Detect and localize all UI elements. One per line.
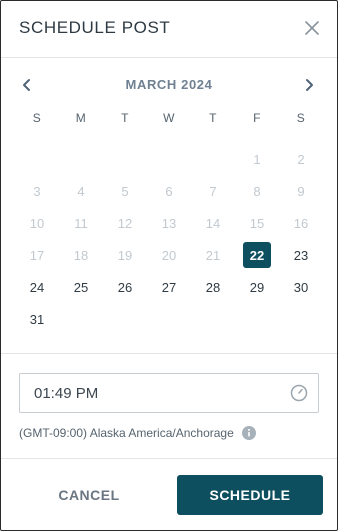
calendar-day: 20: [147, 239, 191, 271]
weekday-header: SMTWTFS: [15, 111, 323, 129]
calendar-day-number: 2: [297, 151, 305, 167]
calendar-day[interactable]: 24: [15, 271, 59, 303]
calendar-day-number: 16: [293, 215, 309, 231]
chevron-right-icon[interactable]: [301, 77, 317, 93]
calendar-day: 15: [235, 207, 279, 239]
calendar-day-number: 25: [73, 279, 89, 295]
calendar-day-number: 29: [249, 279, 265, 295]
calendar-navigation: MARCH 2024: [1, 75, 337, 97]
calendar-day[interactable]: 23: [279, 239, 323, 271]
calendar-day: 18: [59, 239, 103, 271]
calendar-day-number: 17: [29, 247, 45, 263]
calendar-day[interactable]: 30: [279, 271, 323, 303]
calendar-day-number: 10: [29, 215, 45, 231]
calendar-day: 4: [59, 175, 103, 207]
calendar-day: 2: [279, 143, 323, 175]
calendar-blank-cell: [147, 143, 191, 175]
timezone-row: (GMT-09:00) Alaska America/Anchorage: [19, 425, 256, 441]
calendar-day-number: 19: [117, 247, 133, 263]
calendar-day-number: 1: [253, 151, 261, 167]
calendar-day: 11: [59, 207, 103, 239]
calendar-blank-cell: [59, 143, 103, 175]
clock-icon[interactable]: [290, 384, 308, 402]
calendar-day[interactable]: 26: [103, 271, 147, 303]
calendar-day: 6: [147, 175, 191, 207]
calendar-day-number: 15: [249, 215, 265, 231]
calendar-blank-cell: [191, 143, 235, 175]
calendar-day: 13: [147, 207, 191, 239]
calendar-day-number: 14: [205, 215, 221, 231]
month-label: MARCH 2024: [125, 77, 213, 92]
calendar-day-number: 5: [121, 183, 129, 199]
weekday-label: T: [121, 111, 129, 125]
calendar-day: 3: [15, 175, 59, 207]
calendar-day: 21: [191, 239, 235, 271]
calendar-day-number: 26: [117, 279, 133, 295]
calendar-day[interactable]: 28: [191, 271, 235, 303]
calendar-day-selected[interactable]: 22: [235, 239, 279, 271]
calendar-day-number: 27: [161, 279, 177, 295]
calendar-day-number: 28: [205, 279, 221, 295]
calendar-day-number: 4: [77, 183, 85, 199]
time-input[interactable]: [20, 374, 294, 412]
weekday-label: S: [32, 111, 42, 125]
calendar-day: 9: [279, 175, 323, 207]
calendar-day[interactable]: 25: [59, 271, 103, 303]
calendar-day-number: 3: [33, 183, 41, 199]
calendar-blank-cell: [103, 143, 147, 175]
calendar-day[interactable]: 31: [15, 303, 59, 335]
calendar-day: 1: [235, 143, 279, 175]
calendar-day-number: 23: [293, 247, 309, 263]
dialog-header: SCHEDULE POST: [1, 1, 337, 58]
weekday-label: T: [209, 111, 217, 125]
calendar-day-number: 30: [293, 279, 309, 295]
calendar-day-number: 21: [205, 247, 221, 263]
calendar-day-number: 20: [161, 247, 177, 263]
cancel-button[interactable]: CANCEL: [19, 475, 159, 515]
dialog-title: SCHEDULE POST: [19, 18, 171, 37]
calendar-day-number: 31: [29, 311, 45, 327]
calendar-day-number: 18: [73, 247, 89, 263]
calendar-day: 10: [15, 207, 59, 239]
time-field[interactable]: [19, 373, 319, 413]
weekday-label: F: [253, 111, 261, 125]
calendar-blank-cell: [15, 143, 59, 175]
calendar-day-number: 6: [165, 183, 173, 199]
timezone-label: (GMT-09:00) Alaska America/Anchorage: [19, 426, 234, 440]
calendar-day: 8: [235, 175, 279, 207]
divider: [1, 458, 337, 459]
calendar-day-number: 12: [117, 215, 133, 231]
calendar-day-number: 9: [297, 183, 305, 199]
calendar-day-grid: 1 2 3 4 5 6 7 8 9 10 11 12 13 14 15 16 17 18 19 20 21 22 23 24 2…: [15, 143, 323, 335]
weekday-label: W: [163, 111, 175, 125]
schedule-button[interactable]: SCHEDULE: [177, 475, 323, 515]
close-icon[interactable]: [303, 19, 321, 37]
calendar-day-number: 8: [253, 183, 261, 199]
calendar-day[interactable]: 27: [147, 271, 191, 303]
calendar-day-number: 24: [29, 279, 45, 295]
weekday-label: S: [296, 111, 306, 125]
calendar-day: 19: [103, 239, 147, 271]
weekday-label: M: [75, 111, 87, 125]
calendar-day-number: 13: [161, 215, 177, 231]
calendar-day-number: 22: [243, 242, 271, 268]
calendar-day-number: 11: [74, 215, 88, 231]
calendar-day[interactable]: 29: [235, 271, 279, 303]
info-icon[interactable]: [241, 426, 256, 440]
divider: [1, 353, 337, 354]
schedule-post-dialog: SCHEDULE POST MARCH 2024 SMTWTFS 1234567…: [0, 0, 338, 531]
calendar-day: 16: [279, 207, 323, 239]
calendar-day: 7: [191, 175, 235, 207]
calendar-day: 17: [15, 239, 59, 271]
calendar-day: 5: [103, 175, 147, 207]
calendar-day: 14: [191, 207, 235, 239]
calendar-day: 12: [103, 207, 147, 239]
calendar-day-number: 7: [209, 183, 217, 199]
